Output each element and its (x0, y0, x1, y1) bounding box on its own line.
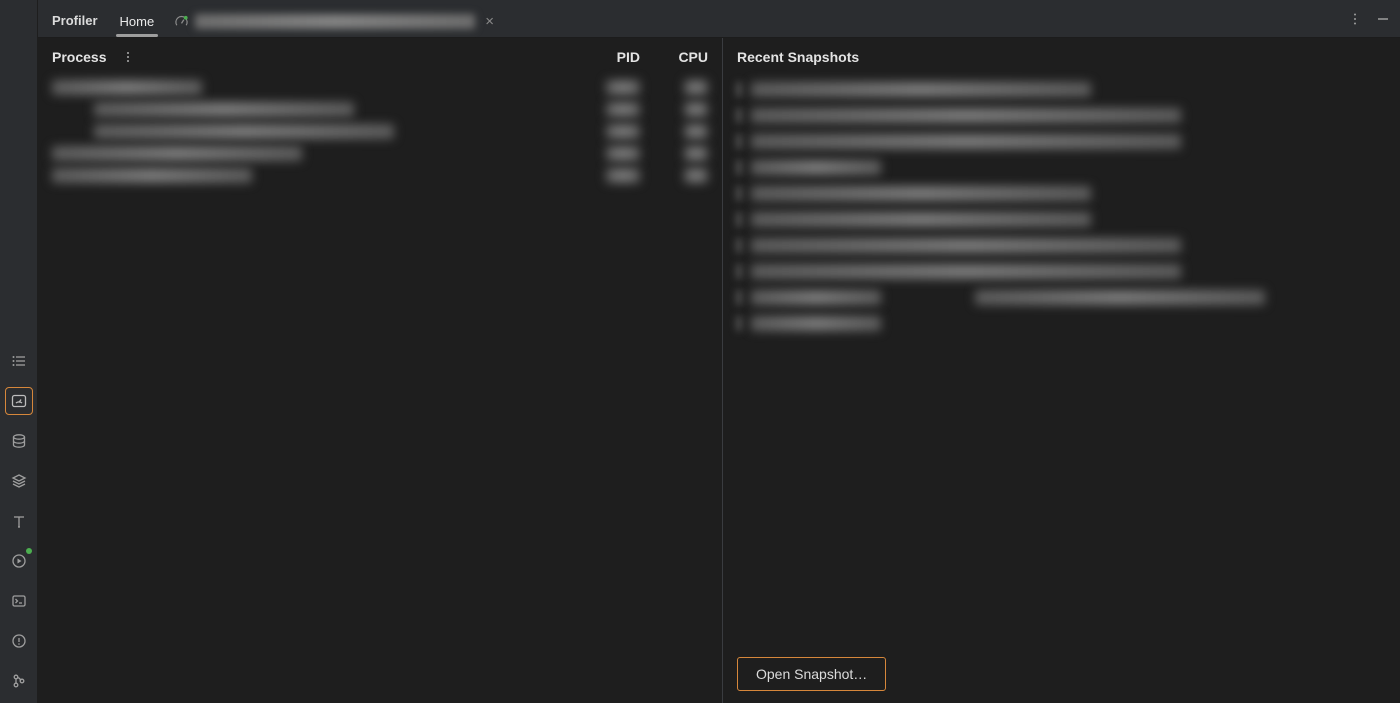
tool-title: Profiler (46, 3, 110, 37)
process-row[interactable] (38, 120, 722, 142)
snapshot-row[interactable] (723, 258, 1400, 284)
profiler-tabbar: Profiler Home × (38, 0, 1400, 38)
process-row[interactable] (38, 76, 722, 98)
process-list (38, 76, 722, 186)
gauge-icon (174, 14, 189, 29)
snapshots-pane: Recent Snapshots Open Snapshot… (723, 38, 1400, 703)
process-row[interactable] (38, 164, 722, 186)
database-icon[interactable] (5, 427, 33, 455)
process-row[interactable] (38, 142, 722, 164)
close-icon[interactable]: × (485, 14, 494, 29)
tab-home-label: Home (120, 14, 155, 29)
process-row[interactable] (38, 98, 722, 120)
process-pane: Process PID CPU (38, 38, 723, 703)
snapshot-list (723, 76, 1400, 336)
main-area: Profiler Home × (38, 0, 1400, 703)
problems-icon[interactable] (5, 627, 33, 655)
minimize-icon[interactable] (1376, 12, 1390, 26)
snapshot-row[interactable] (723, 128, 1400, 154)
tab-home[interactable]: Home (110, 8, 165, 37)
snapshot-row[interactable] (723, 206, 1400, 232)
build-icon[interactable] (5, 507, 33, 535)
process-options-icon[interactable] (122, 51, 134, 63)
column-cpu[interactable]: CPU (648, 49, 708, 65)
redacted-tab-label (195, 14, 475, 29)
snapshot-row[interactable] (723, 180, 1400, 206)
tool-rail (0, 0, 38, 703)
snapshot-row[interactable] (723, 76, 1400, 102)
process-header-label: Process (52, 49, 106, 65)
profiler-icon[interactable] (5, 387, 33, 415)
snapshots-header: Recent Snapshots (723, 38, 1400, 76)
snapshot-row[interactable] (723, 232, 1400, 258)
snapshot-row[interactable] (723, 310, 1400, 336)
snapshot-row[interactable] (723, 102, 1400, 128)
snapshots-header-label: Recent Snapshots (737, 49, 859, 65)
open-snapshot-button[interactable]: Open Snapshot… (737, 657, 886, 691)
snapshot-row[interactable] (723, 154, 1400, 180)
layers-icon[interactable] (5, 467, 33, 495)
vcs-icon[interactable] (5, 667, 33, 695)
terminal-icon[interactable] (5, 587, 33, 615)
column-pid[interactable]: PID (578, 49, 648, 65)
profiler-home-content: Process PID CPU Recent Snapshots Open Sn… (38, 38, 1400, 703)
todo-icon[interactable] (5, 347, 33, 375)
process-header: Process PID CPU (38, 38, 722, 76)
tab-profile-session[interactable]: × (164, 8, 504, 37)
snapshot-row[interactable] (723, 284, 1400, 310)
services-icon[interactable] (5, 547, 33, 575)
more-options-icon[interactable] (1348, 12, 1362, 26)
